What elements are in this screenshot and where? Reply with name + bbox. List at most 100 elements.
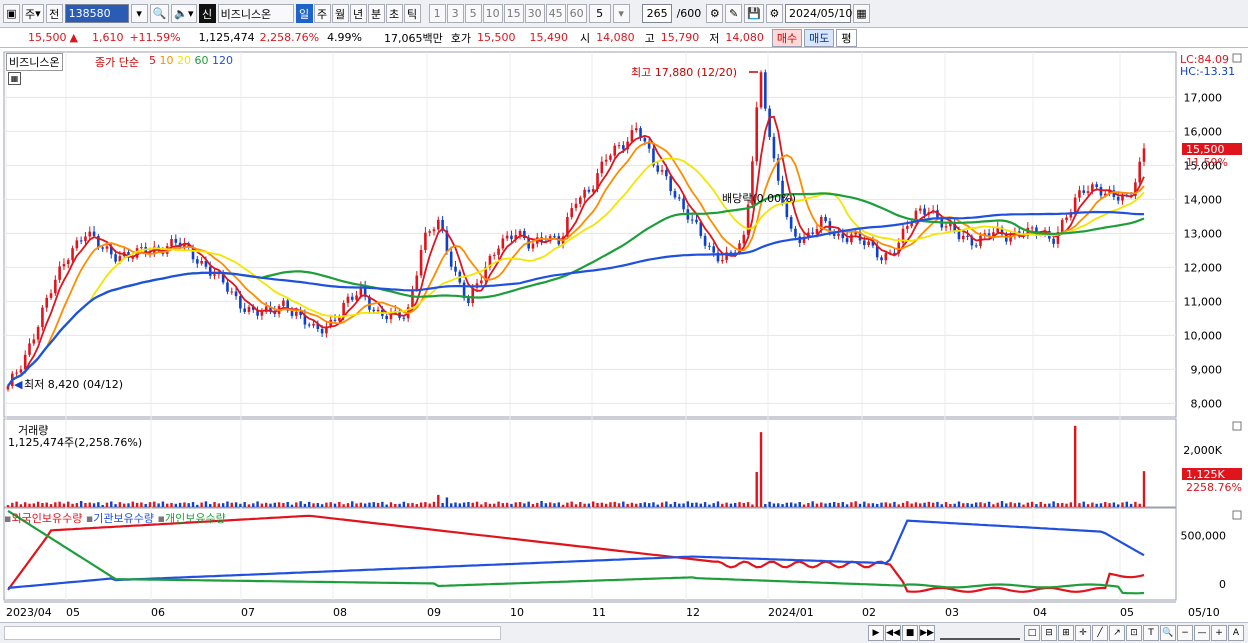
speaker-icon[interactable]: 🔈▾ bbox=[171, 4, 197, 23]
chart-scrollbar[interactable] bbox=[4, 626, 501, 640]
candle-body bbox=[893, 252, 896, 254]
interval-button-3[interactable]: 3 bbox=[446, 4, 464, 23]
volume-bar bbox=[1069, 502, 1073, 507]
volume-bar bbox=[686, 501, 690, 507]
count-input[interactable]: 265 bbox=[641, 4, 672, 23]
volume-bar bbox=[118, 502, 122, 507]
volume-bar bbox=[665, 501, 668, 507]
zoom-icon[interactable]: 🔍 bbox=[1160, 625, 1176, 641]
candle-body bbox=[243, 308, 246, 312]
period-unit-select[interactable]: 주 ▾ bbox=[22, 4, 44, 23]
gear-icon[interactable]: ⚙ bbox=[765, 4, 783, 23]
volume-bar bbox=[1005, 503, 1008, 507]
zoom-slider[interactable] bbox=[940, 626, 1020, 640]
rewind-icon[interactable]: ◀◀ bbox=[885, 625, 901, 641]
ma-line-5 bbox=[7, 115, 1145, 387]
volume-bar bbox=[415, 504, 418, 507]
line-tool-icon[interactable]: ╱ bbox=[1092, 625, 1108, 641]
code-dropdown-icon[interactable]: ▾ bbox=[130, 4, 148, 23]
volume-bar bbox=[673, 501, 677, 507]
volume-bar bbox=[678, 503, 681, 507]
stock-label-box[interactable]: 비즈니스온 bbox=[6, 53, 63, 71]
period-button-2[interactable]: 월 bbox=[331, 4, 349, 23]
panel-close-icon bbox=[1232, 53, 1242, 63]
low-price: 14,080 bbox=[725, 31, 764, 44]
holdings-legend-item[interactable]: 개인보유수량 bbox=[165, 512, 226, 525]
volume-bar bbox=[471, 502, 474, 507]
panel-close-icon bbox=[1232, 421, 1242, 431]
volume-bar bbox=[1125, 501, 1128, 507]
view-grid-icon[interactable]: ⊞ bbox=[1058, 625, 1074, 641]
fast-forward-icon[interactable]: ▶▶ bbox=[919, 625, 935, 641]
text-tool-icon[interactable]: T bbox=[1143, 625, 1159, 641]
magnet-icon[interactable]: ⊡ bbox=[1126, 625, 1142, 641]
minus-icon[interactable]: — bbox=[1194, 625, 1210, 641]
play-icon[interactable]: ▶ bbox=[868, 625, 884, 641]
prev-button[interactable]: 전 bbox=[45, 4, 63, 23]
crosshair-icon[interactable]: ✛ bbox=[1075, 625, 1091, 641]
grid-toggle-icon[interactable]: ▦ bbox=[8, 72, 21, 85]
period-button-5[interactable]: 초 bbox=[385, 4, 403, 23]
interval-button-30[interactable]: 30 bbox=[524, 4, 545, 23]
period-button-1[interactable]: 주 bbox=[313, 4, 331, 23]
candle-body bbox=[630, 130, 634, 142]
candle-body bbox=[402, 317, 406, 319]
interval-button-15[interactable]: 15 bbox=[503, 4, 524, 23]
volume-bar bbox=[828, 502, 832, 507]
stop-icon[interactable]: ■ bbox=[902, 625, 918, 641]
view-split-icon[interactable]: ⊟ bbox=[1041, 625, 1057, 641]
period-button-3[interactable]: 년 bbox=[349, 4, 367, 23]
buy-button[interactable]: 매수 bbox=[771, 28, 803, 47]
stock-code-input[interactable]: 138580 bbox=[64, 4, 129, 23]
zoom-in-icon[interactable]: + bbox=[1211, 625, 1227, 641]
volume-bar bbox=[342, 504, 345, 507]
holdings-legend-item[interactable]: 기관보유수량 bbox=[93, 512, 157, 525]
holdings-tick-label: 0 bbox=[1219, 578, 1226, 591]
view-single-icon[interactable]: □ bbox=[1024, 625, 1040, 641]
interval-dropdown-icon[interactable]: ▾ bbox=[612, 4, 630, 23]
volume-bar bbox=[1048, 503, 1051, 507]
sell-button[interactable]: 매도 bbox=[804, 28, 835, 47]
volume-bar bbox=[738, 502, 741, 507]
chart-canvas[interactable]: 17,00016,00015,00014,00013,00012,00011,0… bbox=[0, 50, 1248, 622]
volume-bar bbox=[49, 504, 53, 507]
ma-legend-10: 10 bbox=[159, 54, 177, 67]
date-input[interactable]: 2024/05/10 bbox=[784, 4, 852, 23]
candle-body bbox=[772, 136, 776, 159]
chart-area[interactable]: 17,000 16,000 15,000 14,000 13,000 12,000 11,0… bbox=[0, 50, 1248, 622]
interval-button-10[interactable]: 10 bbox=[482, 4, 503, 23]
font-size-icon[interactable]: A bbox=[1228, 625, 1244, 641]
save-icon[interactable]: 💾 bbox=[744, 4, 764, 23]
period-button-4[interactable]: 분 bbox=[367, 4, 385, 23]
ray-tool-icon[interactable]: ↗ bbox=[1109, 625, 1125, 641]
holdings-legend-item[interactable]: 외국인보유수량 bbox=[11, 512, 85, 525]
volume-bar bbox=[454, 502, 457, 507]
zoom-out-icon[interactable]: − bbox=[1177, 625, 1193, 641]
interval-button-45[interactable]: 45 bbox=[545, 4, 566, 23]
drawing-tools-icon[interactable]: ✎ bbox=[725, 4, 743, 23]
window-icon[interactable]: ▣ bbox=[3, 4, 20, 23]
volume-bar bbox=[742, 502, 746, 507]
volume-bar bbox=[381, 501, 384, 507]
candle-body bbox=[84, 236, 87, 242]
interval-input[interactable]: 5 bbox=[588, 4, 611, 23]
volume-bar bbox=[1026, 502, 1030, 507]
candle-body bbox=[906, 226, 909, 229]
period-button-6[interactable]: 틱 bbox=[403, 4, 421, 23]
interval-button-60[interactable]: 60 bbox=[566, 4, 587, 23]
candle-body bbox=[609, 155, 612, 160]
eval-button[interactable]: 평 bbox=[836, 28, 857, 47]
volume-bar bbox=[617, 503, 621, 507]
volume-bar bbox=[764, 503, 767, 507]
candle-body bbox=[419, 249, 423, 276]
interval-button-1[interactable]: 1 bbox=[428, 4, 446, 23]
calendar-icon[interactable]: ▦ bbox=[852, 4, 870, 23]
search-icon[interactable]: 🔍 bbox=[149, 4, 170, 23]
chart-settings-icon[interactable]: ⚙ bbox=[706, 4, 724, 23]
interval-button-5[interactable]: 5 bbox=[464, 4, 482, 23]
volume-bar bbox=[329, 502, 332, 507]
volume-bar bbox=[450, 503, 453, 507]
period-button-0[interactable]: 일 bbox=[295, 4, 313, 23]
volume-bar bbox=[1039, 501, 1042, 507]
candle-body bbox=[677, 197, 681, 199]
